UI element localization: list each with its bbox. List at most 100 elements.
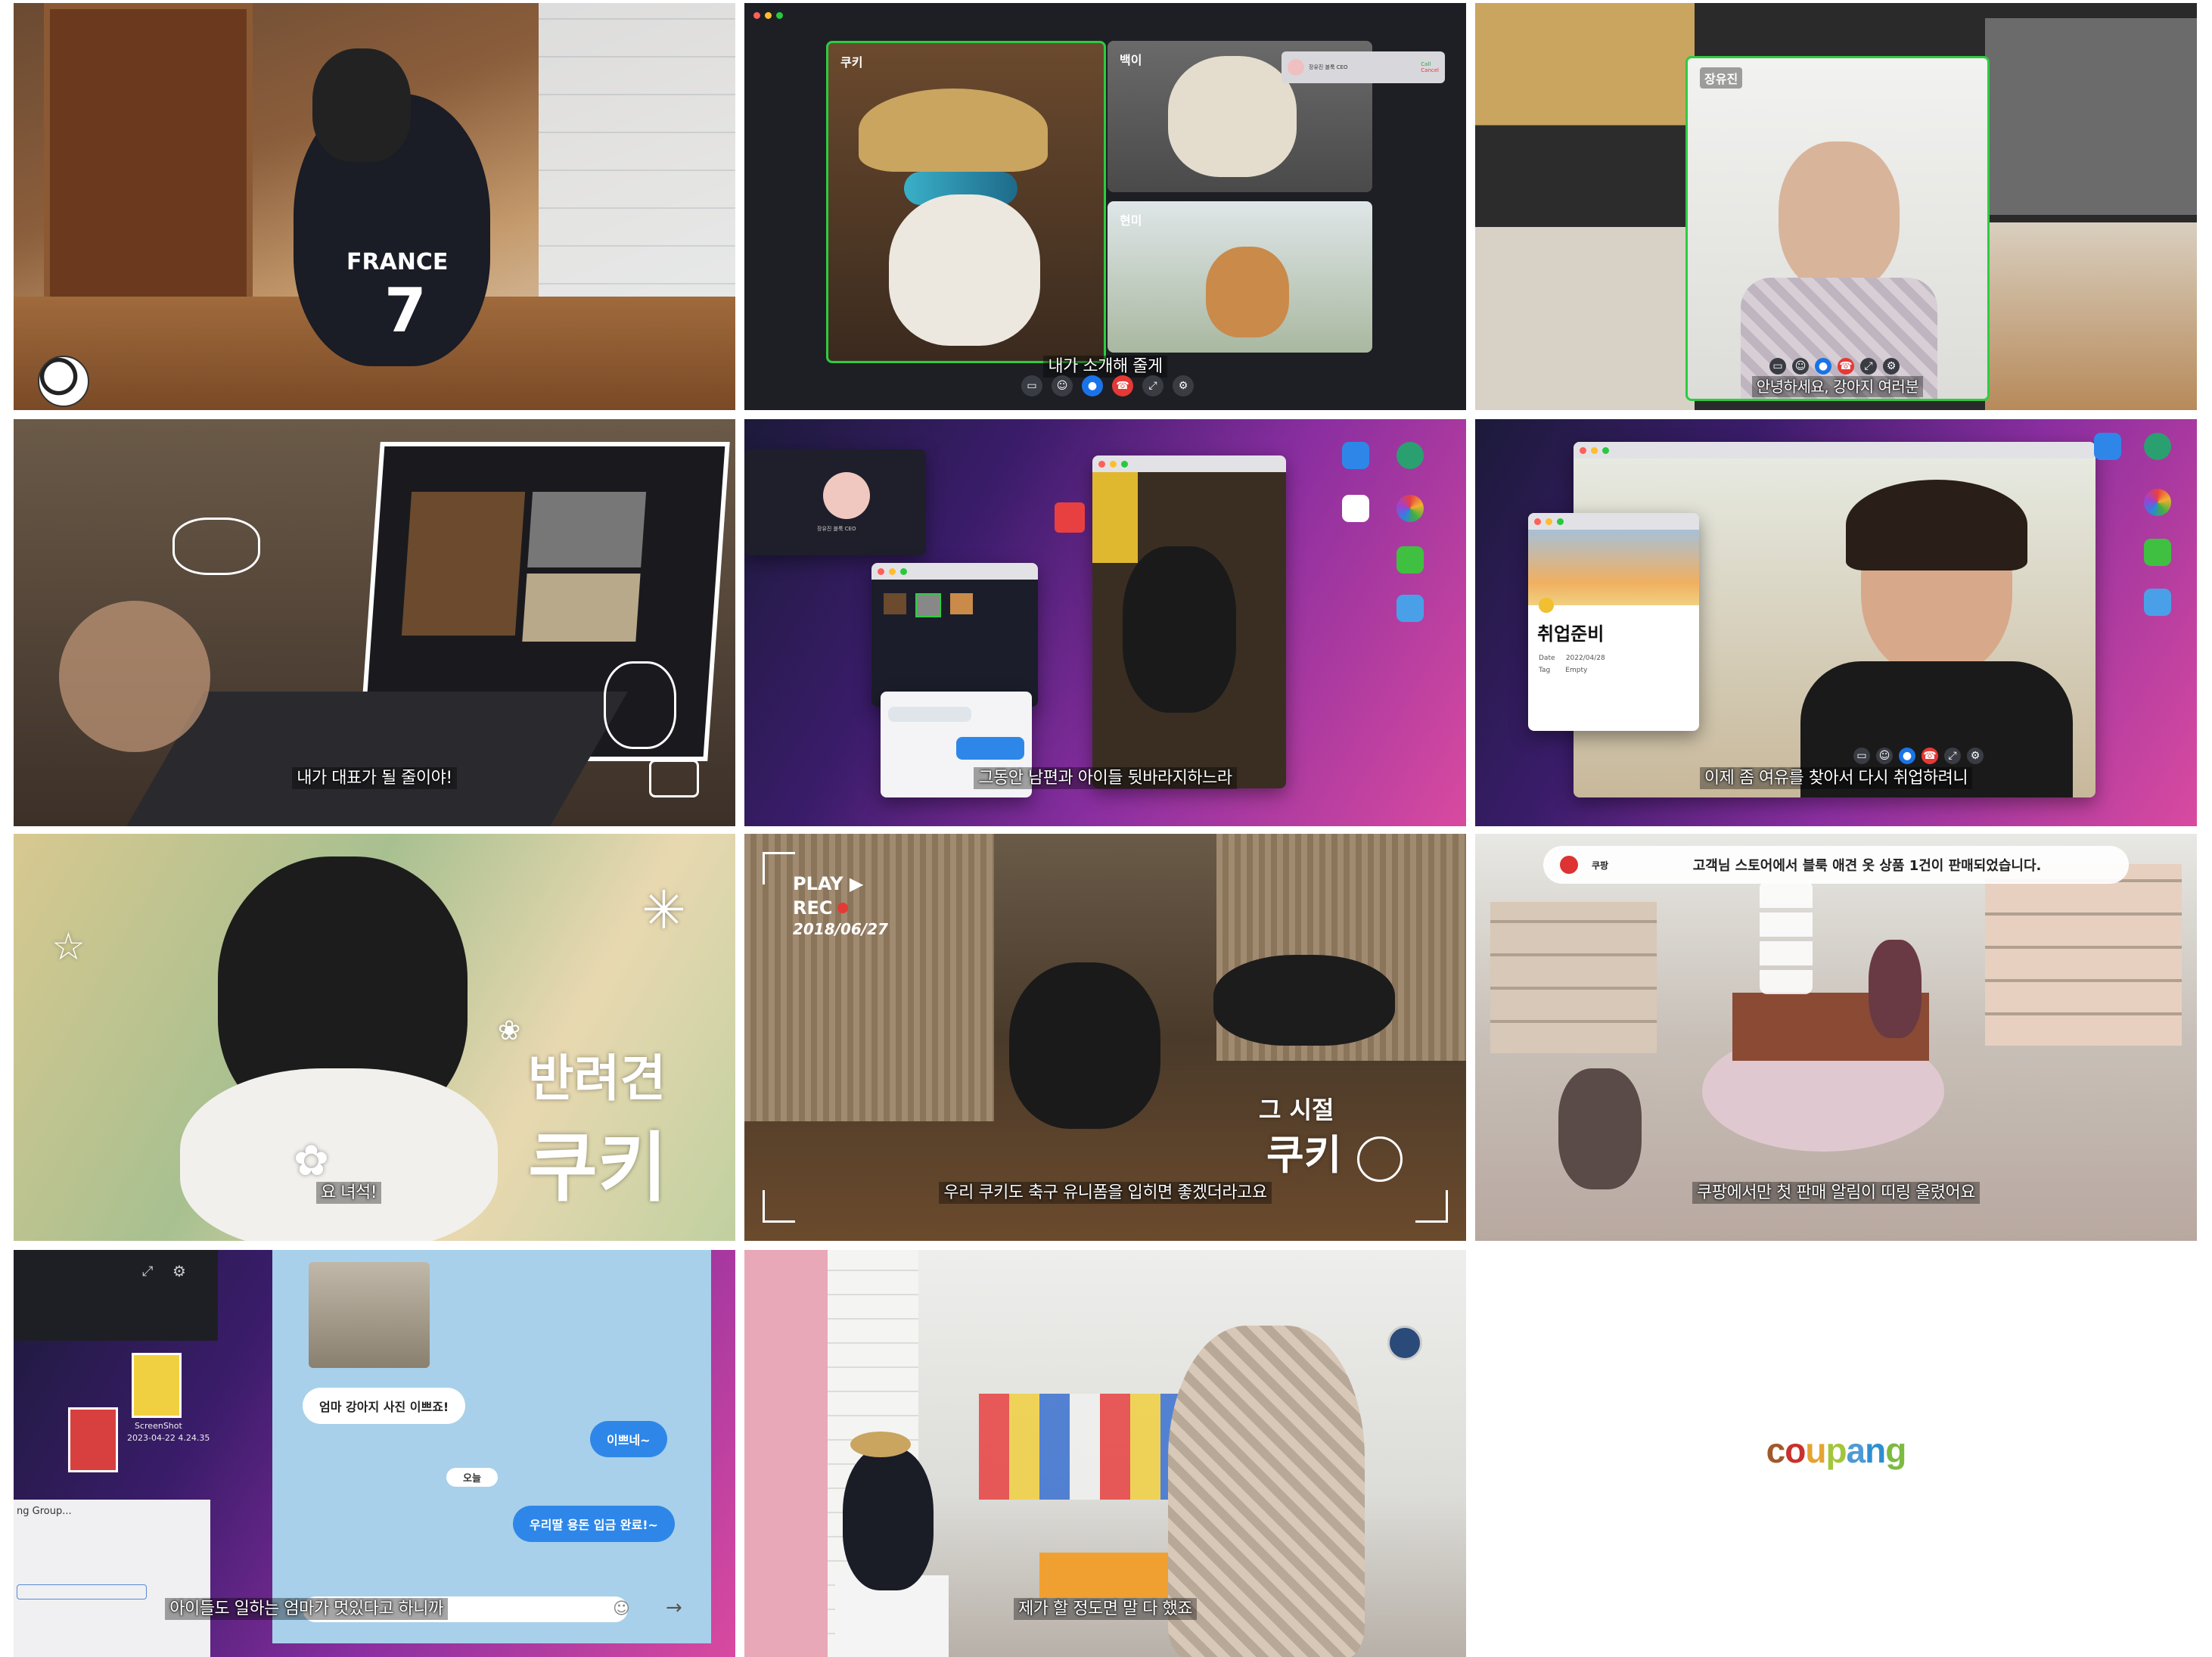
frame-coupang-logo: coupang <box>1475 1250 2197 1657</box>
mail-icon[interactable] <box>2094 433 2121 460</box>
tile-name: 현미 <box>1120 213 1142 228</box>
mini-tile[interactable] <box>915 593 941 617</box>
message-incoming: 엄마 강아지 사진 이쁘죠! <box>303 1388 466 1424</box>
title-line-2: 쿠키 <box>528 1124 667 1212</box>
woman-hair <box>1846 480 2027 570</box>
hang-up-icon[interactable]: ☎ <box>1112 375 1133 396</box>
browser-window: ng Group... <box>14 1500 210 1657</box>
tile-name: 장유진 <box>1700 67 1743 89</box>
avatar <box>1288 59 1304 76</box>
fullscreen-icon[interactable]: ⤢ <box>1142 375 1163 396</box>
fullscreen-icon[interactable]: ⤢ <box>1944 748 1961 764</box>
message-outgoing: 이쁘네~ <box>590 1421 667 1457</box>
settings-icon[interactable]: ⚙ <box>1173 375 1194 396</box>
video-window[interactable] <box>1092 455 1286 788</box>
weather-icon[interactable] <box>2144 589 2171 616</box>
dog-in-jersey <box>843 1447 934 1590</box>
screenshot-thumb[interactable] <box>68 1407 118 1472</box>
date-divider: 오늘 <box>446 1468 498 1487</box>
screenshot-thumb[interactable] <box>132 1353 182 1418</box>
straw-hat <box>850 1432 911 1457</box>
logo-letter: g <box>1885 1431 1906 1470</box>
clock-icon[interactable] <box>1396 442 1424 469</box>
logo-letter: p <box>1825 1431 1847 1470</box>
profile-label: 장유진 블룩 CEO <box>817 526 856 532</box>
app-icon <box>1560 856 1578 874</box>
video-tile-jang[interactable]: 장유진 ▭ ☺ ● ☎ ⤢ ⚙ 안녕하세요, 강아지 여러분 <box>1685 56 1990 401</box>
call-window[interactable] <box>871 563 1038 707</box>
photos-icon[interactable] <box>1396 495 1424 522</box>
messages-icon[interactable] <box>1396 546 1424 574</box>
dog-photo[interactable] <box>309 1262 430 1368</box>
mini-tile[interactable] <box>884 593 906 614</box>
app-name: 쿠팡 <box>1592 860 1609 871</box>
incoming-call-card[interactable]: 장유진 블룩 CEO Call Cancel <box>1282 51 1445 83</box>
frame-pet-title: ✳ ☆ ✿ ❀ 반려견 쿠키 요 녀석! <box>14 834 735 1241</box>
hang-up-icon[interactable]: ☎ <box>1838 358 1854 375</box>
subtitle: 이제 좀 여유를 찾아서 다시 취업하려니 <box>1475 764 2197 789</box>
chat-icon[interactable]: ▭ <box>1769 358 1786 375</box>
hang-up-icon[interactable]: ☎ <box>1922 748 1938 764</box>
chat-icon[interactable]: ▭ <box>1021 375 1042 396</box>
chat-icon[interactable]: ▭ <box>1853 748 1870 764</box>
cookie-doodle-icon <box>1357 1136 1403 1182</box>
mail-icon[interactable] <box>1342 442 1369 469</box>
subtitle: 쿠팡에서만 첫 판매 알림이 띠링 울렸어요 <box>1475 1179 2197 1204</box>
tab-label[interactable]: ng Group... <box>17 1506 72 1517</box>
frame-video-call-woman: 장유진 ▭ ☺ ● ☎ ⤢ ⚙ 안녕하세요, 강아지 여러분 <box>1475 3 2197 410</box>
subtitle: 우리 쿠키도 축구 유니폼을 입히면 좋겠더라고요 <box>744 1179 1466 1204</box>
clock-icon[interactable] <box>2144 433 2171 460</box>
video-tile-hyunmi[interactable]: 현미 <box>1108 201 1372 353</box>
participants-icon[interactable]: ☺ <box>1792 358 1809 375</box>
settings-icon[interactable]: ⚙ <box>1883 358 1900 375</box>
frame-desktop-job-prep: ▭ ☺ ● ☎ ⤢ ⚙ 취업준비 Date 2022/04/28 Tag Emp… <box>1475 419 2197 826</box>
settings-icon[interactable]: ⚙ <box>1967 748 1984 764</box>
participants-icon[interactable]: ☺ <box>1052 375 1073 396</box>
dog-face <box>889 194 1040 346</box>
tile-name: 백이 <box>1120 53 1142 67</box>
call-controls: ▭ ☺ ● ☎ ⤢ ⚙ <box>1021 375 1194 396</box>
rec-indicator: REC <box>793 897 833 919</box>
video-tile-cookie[interactable]: 쿠키 <box>826 41 1106 363</box>
subtitle: 그동안 남편과 아이들 뒷바라지하느라 <box>744 764 1466 789</box>
calendar-icon[interactable] <box>1342 495 1369 522</box>
shiba-background <box>1985 222 2197 410</box>
call-button[interactable]: Call <box>1421 61 1439 67</box>
mini-tile[interactable] <box>950 593 973 614</box>
person-crouching <box>1558 1068 1642 1189</box>
screenshot-label: ScreenShot <box>135 1421 182 1431</box>
caller-label: 장유진 블룩 CEO <box>1309 64 1348 70</box>
subtitle: 내가 소개해 줄게 <box>744 353 1466 378</box>
messages-icon[interactable] <box>2144 539 2171 566</box>
notes-card[interactable]: 취업준비 Date 2022/04/28 Tag Empty <box>1528 513 1699 731</box>
dark-window: ⤢ ⚙ <box>14 1250 218 1341</box>
participants-icon[interactable]: ☺ <box>1876 748 1893 764</box>
microphone-icon[interactable]: ● <box>1899 748 1915 764</box>
microphone-icon[interactable]: ● <box>1815 358 1831 375</box>
avatar <box>823 472 870 519</box>
cancel-button[interactable]: Cancel <box>1421 67 1439 73</box>
chat-panel: 엄마 강아지 사진 이쁘죠! 이쁘네~ 오늘 우리딸 용돈 입금 완료!~ ☺ … <box>272 1250 711 1643</box>
weather-icon[interactable] <box>1396 595 1424 622</box>
play-indicator: PLAY ▶ <box>793 873 864 894</box>
expand-icon[interactable]: ⤢ <box>142 1264 153 1279</box>
dog-face <box>1206 247 1289 337</box>
dog-lying-2 <box>1213 955 1395 1046</box>
photos-icon[interactable] <box>2144 489 2171 516</box>
fullscreen-icon[interactable]: ⤢ <box>1860 358 1877 375</box>
microphone-icon[interactable]: ● <box>1082 375 1103 396</box>
overlay-line-2: 쿠키 <box>1266 1131 1342 1179</box>
jersey-number: 7 <box>384 275 427 346</box>
cookie-tile <box>401 492 526 636</box>
tile-name: 쿠키 <box>840 55 863 70</box>
sunset-banner <box>1528 530 1699 605</box>
settings-icon[interactable]: ⚙ <box>172 1262 186 1280</box>
subtitle: 요 녀석! <box>316 1179 382 1204</box>
title-line-1: 반려견 <box>528 1049 666 1108</box>
sales-notification[interactable]: 쿠팡 고객님 스토어에서 블룩 애견 옷 상품 1건이 판매되었습니다. <box>1543 846 2129 884</box>
date-label: Date <box>1539 654 1555 662</box>
frame-store-notification: 쿠팡 고객님 스토어에서 블룩 애견 옷 상품 1건이 판매되었습니다. 쿠팡에… <box>1475 834 2197 1241</box>
call-controls: ▭ ☺ ● ☎ ⤢ ⚙ <box>1853 748 1984 764</box>
white-dog-background <box>1985 18 2197 215</box>
window-dots <box>753 12 783 19</box>
